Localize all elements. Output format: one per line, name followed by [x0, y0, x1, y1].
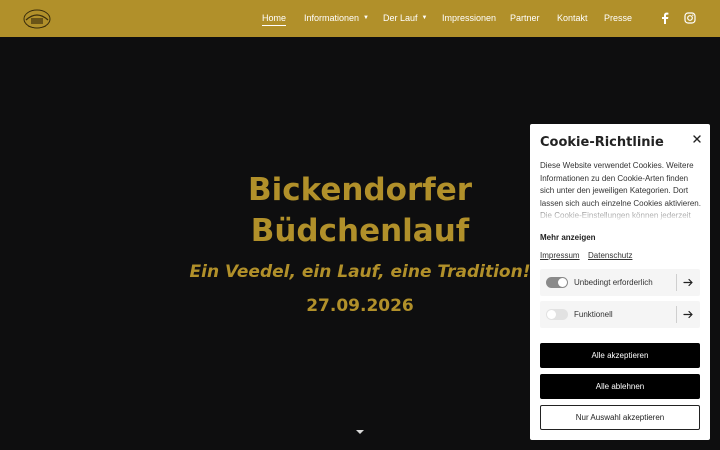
toggle-knob: [558, 278, 567, 287]
cookie-dialog: Cookie-Richtlinie Diese Website verwende…: [530, 124, 710, 440]
functional-toggle[interactable]: [546, 309, 568, 320]
hero-title-line2: Büdchenlauf: [250, 213, 470, 249]
nav-presse-label: Presse: [604, 13, 633, 23]
close-icon[interactable]: [691, 133, 703, 145]
category-functional: Funktionell: [540, 301, 700, 328]
nav-der-lauf-label: Der Lauf: [383, 13, 418, 23]
datenschutz-link[interactable]: Datenschutz: [588, 251, 632, 260]
chevron-down-icon[interactable]: [355, 428, 365, 436]
cookie-description: Diese Website verwendet Cookies. Weitere…: [540, 160, 702, 222]
accept-all-button[interactable]: Alle akzeptieren: [540, 343, 700, 368]
nav-partner[interactable]: Partner: [510, 13, 540, 23]
category-label: Funktionell: [574, 310, 613, 319]
hero-title-line1: Bickendorfer: [247, 172, 473, 208]
caret-down-icon: ▼: [421, 15, 428, 21]
toggle-knob: [547, 310, 556, 319]
site-header: Home Informationen ▼ Der Lauf ▼ Impressi…: [0, 0, 720, 37]
cookie-title: Cookie-Richtlinie: [540, 135, 664, 150]
arrow-right-icon[interactable]: [683, 309, 694, 320]
nav-kontakt-label: Kontakt: [557, 13, 588, 23]
club-logo-icon[interactable]: [22, 6, 52, 31]
reject-all-button[interactable]: Alle ablehnen: [540, 374, 700, 399]
arrow-right-icon[interactable]: [683, 277, 694, 288]
category-necessary: Unbedingt erforderlich: [540, 269, 700, 296]
text-fade: [540, 204, 702, 222]
divider: [676, 306, 677, 323]
nav-kontakt[interactable]: Kontakt: [557, 13, 588, 23]
instagram-icon[interactable]: [683, 11, 697, 25]
facebook-icon[interactable]: [658, 11, 672, 25]
nav-impressionen-label: Impressionen: [442, 13, 497, 23]
impressum-link[interactable]: Impressum: [540, 251, 580, 260]
nav-partner-label: Partner: [510, 13, 540, 23]
necessary-toggle[interactable]: [546, 277, 568, 288]
nav-home-label: Home: [262, 13, 287, 23]
nav-home[interactable]: Home: [262, 13, 287, 26]
accept-selection-button[interactable]: Nur Auswahl akzeptieren: [540, 405, 700, 430]
show-more-link[interactable]: Mehr anzeigen: [540, 233, 596, 242]
nav-informationen[interactable]: Informationen ▼: [304, 13, 369, 23]
caret-down-icon: ▼: [363, 15, 369, 21]
category-label: Unbedingt erforderlich: [574, 278, 653, 287]
nav-impressionen[interactable]: Impressionen: [442, 13, 496, 23]
divider: [676, 274, 677, 291]
nav-der-lauf[interactable]: Der Lauf ▼: [383, 13, 427, 23]
nav-presse[interactable]: Presse: [604, 13, 632, 23]
nav-informationen-label: Informationen: [304, 13, 360, 23]
